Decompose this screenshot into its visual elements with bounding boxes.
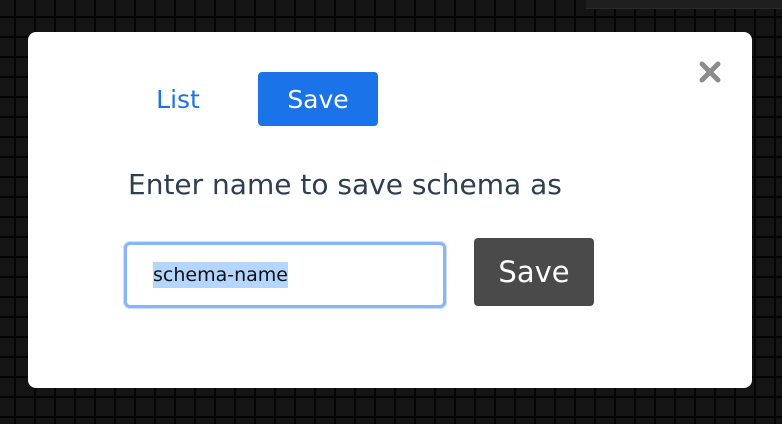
schema-name-input[interactable]: schema-name: [124, 242, 446, 308]
save-button[interactable]: Save: [474, 238, 594, 306]
close-button[interactable]: [696, 58, 724, 86]
close-icon: [699, 61, 721, 83]
schema-name-value: schema-name: [153, 262, 288, 288]
save-prompt: Enter name to save schema as: [128, 168, 562, 201]
background-panel: [586, 0, 782, 9]
tab-list[interactable]: List: [136, 72, 220, 126]
tab-save[interactable]: Save: [258, 72, 378, 126]
save-schema-modal: List Save Enter name to save schema as s…: [28, 32, 752, 388]
